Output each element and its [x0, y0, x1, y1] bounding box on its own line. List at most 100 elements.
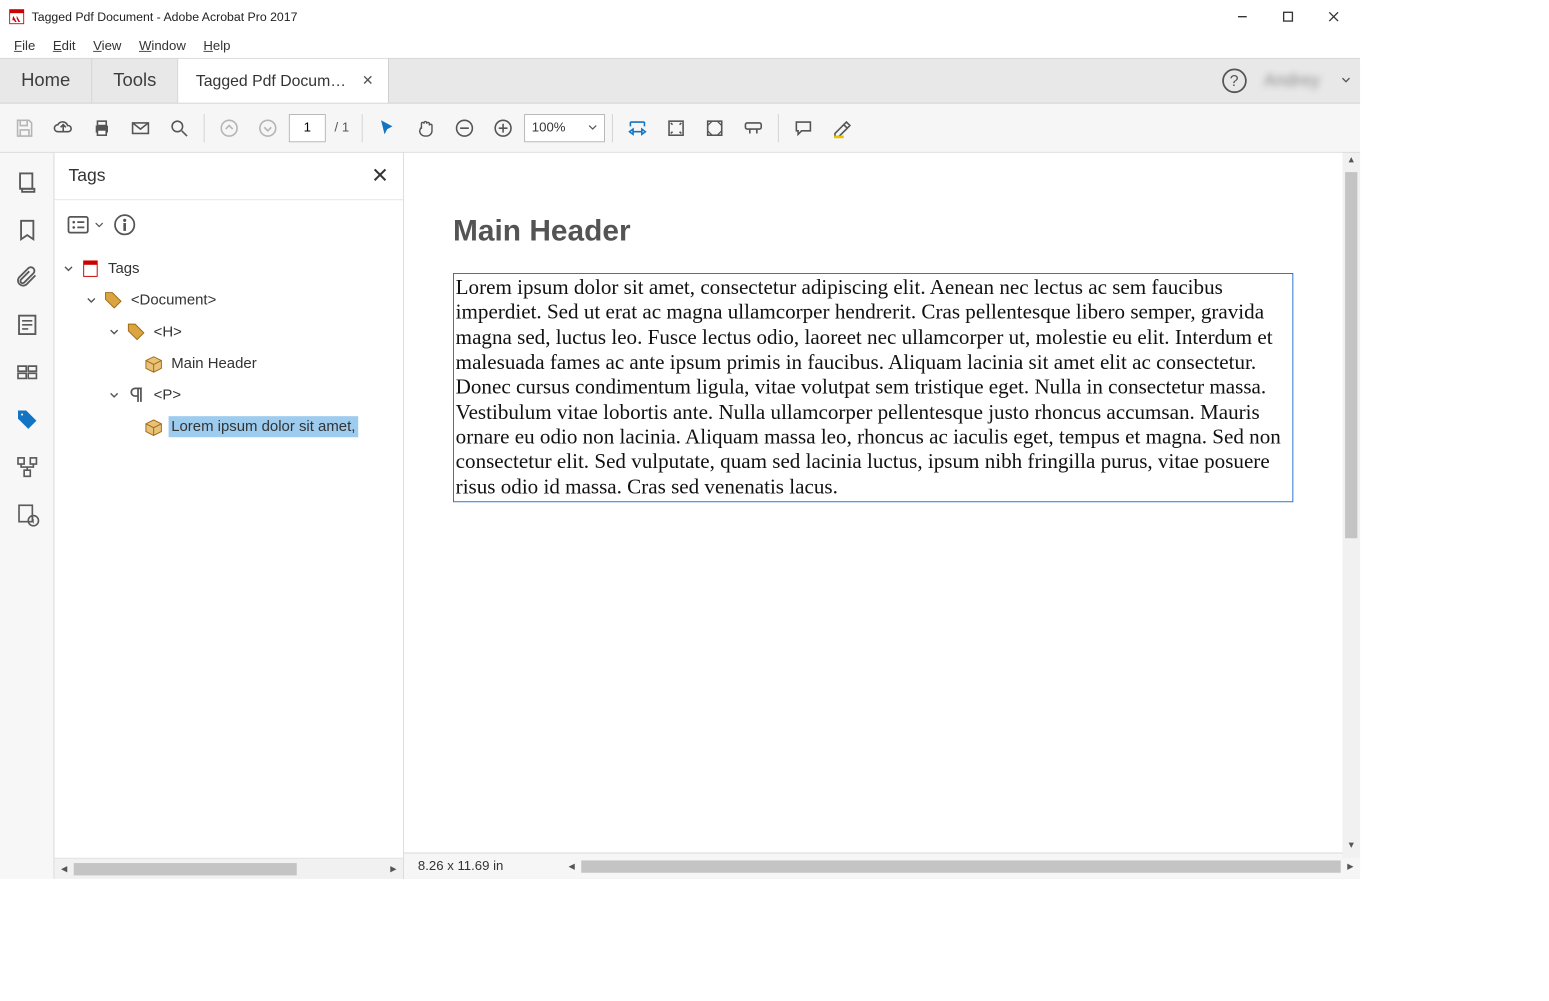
document-vscroll[interactable]: ▴ ▾ [1342, 153, 1360, 858]
read-mode-icon[interactable] [735, 110, 770, 145]
svg-text:i: i [32, 517, 34, 526]
zoom-value: 100% [532, 120, 566, 135]
pdf-root-icon [81, 259, 100, 278]
toolbar-separator [778, 114, 779, 142]
scroll-up-icon[interactable]: ▴ [1342, 153, 1360, 172]
tags-info-button[interactable] [112, 212, 137, 237]
menu-view[interactable]: View [84, 36, 130, 56]
scroll-left-icon[interactable]: ◂ [562, 859, 581, 874]
page-total-label: / 1 [329, 120, 354, 135]
nav-bookmarks-icon[interactable] [6, 209, 48, 251]
nav-thumbnails-icon[interactable] [6, 162, 48, 204]
toolbar: / 1 100% [0, 104, 1360, 153]
highlight-icon[interactable] [824, 110, 859, 145]
chevron-down-icon[interactable] [107, 390, 121, 401]
zoom-in-icon[interactable] [485, 110, 520, 145]
status-hscroll[interactable]: ◂ ▸ [562, 859, 1360, 874]
page-up-icon[interactable] [212, 110, 247, 145]
window-title: Tagged Pdf Document - Adobe Acrobat Pro … [32, 9, 298, 23]
tree-label: Tags [105, 258, 142, 279]
cloud-upload-icon[interactable] [46, 110, 81, 145]
tree-label: Main Header [169, 353, 260, 374]
main-area: i Tags ✕ Tags <Document> [0, 153, 1360, 879]
tree-row-p[interactable]: <P> [61, 379, 403, 411]
zoom-select[interactable]: 100% [524, 114, 605, 142]
tags-panel-close-icon[interactable]: ✕ [371, 163, 389, 188]
scroll-right-icon[interactable]: ▸ [1341, 859, 1360, 874]
fit-page-icon[interactable] [658, 110, 693, 145]
fit-width-icon[interactable] [620, 110, 655, 145]
hand-tool-icon[interactable] [408, 110, 443, 145]
tree-row-root[interactable]: Tags [61, 253, 403, 285]
tree-label: Lorem ipsum dolor sit amet, [169, 416, 358, 437]
menubar: File Edit View Window Help [0, 33, 1360, 58]
window-close-button[interactable] [1311, 0, 1357, 32]
zoom-caret-icon [588, 120, 597, 135]
tag-icon [104, 291, 123, 310]
chevron-down-icon[interactable] [107, 327, 121, 338]
scroll-down-icon[interactable]: ▾ [1342, 838, 1360, 857]
tab-row: Home Tools Tagged Pdf Docum… ✕ ? Andrey [0, 58, 1360, 104]
tab-home[interactable]: Home [0, 59, 92, 103]
tree-row-p-content[interactable]: Lorem ipsum dolor sit amet, [61, 411, 403, 443]
tree-row-h[interactable]: <H> [61, 316, 403, 348]
comment-icon[interactable] [786, 110, 821, 145]
nav-tags-icon[interactable] [6, 399, 48, 441]
select-tool-icon[interactable] [369, 110, 404, 145]
help-icon[interactable]: ? [1222, 68, 1247, 93]
page-number-input[interactable] [289, 114, 326, 142]
box-icon [144, 417, 163, 436]
paragraph-icon [126, 385, 145, 404]
window-maximize-button[interactable] [1265, 0, 1311, 32]
menu-edit[interactable]: Edit [44, 36, 84, 56]
fullscreen-icon[interactable] [697, 110, 732, 145]
tab-document-close-icon[interactable]: ✕ [358, 72, 377, 90]
toolbar-separator [204, 114, 205, 142]
nav-order-icon[interactable] [6, 351, 48, 393]
tree-row-h-content[interactable]: Main Header [61, 348, 403, 380]
menu-window[interactable]: Window [130, 36, 194, 56]
document-page: Main Header Lorem ipsum dolor sit amet, … [404, 153, 1343, 564]
toolbar-separator [612, 114, 613, 142]
scroll-track[interactable] [1342, 172, 1360, 838]
page-down-icon[interactable] [250, 110, 285, 145]
tags-panel-hscroll[interactable]: ◂ ▸ [54, 858, 403, 879]
chevron-down-icon[interactable] [84, 295, 98, 306]
tags-panel-tools [54, 200, 403, 249]
box-icon [144, 354, 163, 373]
tab-tools[interactable]: Tools [92, 59, 178, 103]
nav-attachments-icon[interactable] [6, 256, 48, 298]
tags-panel-header: Tags ✕ [54, 153, 403, 200]
document-header: Main Header [453, 214, 1293, 248]
nav-content-icon[interactable] [6, 304, 48, 346]
tree-label: <Document> [128, 290, 219, 311]
print-icon[interactable] [84, 110, 119, 145]
window-minimize-button[interactable] [1220, 0, 1266, 32]
menu-file[interactable]: File [5, 36, 44, 56]
user-name[interactable]: Andrey [1259, 71, 1325, 91]
zoom-out-icon[interactable] [447, 110, 482, 145]
tab-document[interactable]: Tagged Pdf Docum… ✕ [178, 59, 388, 103]
search-icon[interactable] [162, 110, 197, 145]
tree-row-document[interactable]: <Document> [61, 284, 403, 316]
document-paragraph-selected[interactable]: Lorem ipsum dolor sit amet, consectetur … [453, 273, 1293, 502]
scroll-track[interactable] [581, 860, 1340, 872]
chevron-down-icon[interactable] [61, 263, 75, 274]
titlebar: Tagged Pdf Document - Adobe Acrobat Pro … [0, 0, 1360, 33]
scroll-right-icon[interactable]: ▸ [384, 861, 403, 876]
document-view: Main Header Lorem ipsum dolor sit amet, … [404, 153, 1360, 879]
nav-structure-icon[interactable] [6, 446, 48, 488]
tags-options-button[interactable] [67, 213, 104, 236]
nav-accessibility-icon[interactable]: i [6, 493, 48, 535]
tab-document-label: Tagged Pdf Docum… [196, 72, 346, 90]
page-size-label: 8.26 x 11.69 in [404, 859, 562, 874]
menu-help[interactable]: Help [195, 36, 240, 56]
scroll-track[interactable] [74, 863, 384, 875]
document-scroll[interactable]: Main Header Lorem ipsum dolor sit amet, … [404, 153, 1343, 853]
email-icon[interactable] [123, 110, 158, 145]
user-menu-caret-icon[interactable] [1341, 74, 1352, 88]
save-icon[interactable] [7, 110, 42, 145]
tags-tree[interactable]: Tags <Document> <H> Main Header <P> [54, 249, 403, 857]
scroll-left-icon[interactable]: ◂ [54, 861, 73, 876]
app-icon [9, 8, 25, 24]
